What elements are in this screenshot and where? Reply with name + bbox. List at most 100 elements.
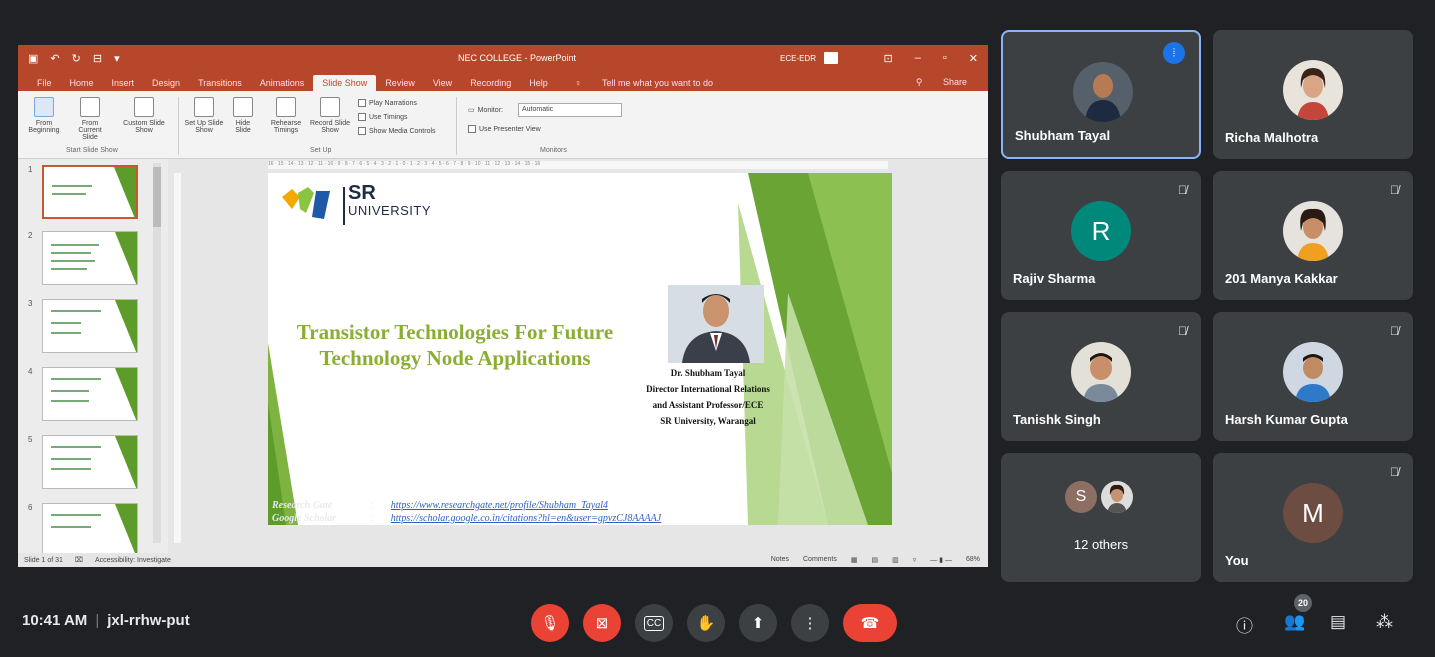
setup-show-icon [194,97,214,117]
thumbnail [42,165,138,219]
scroll-thumb[interactable] [153,167,161,227]
thumbnail-item[interactable]: 3 [28,299,158,354]
participant-tile[interactable]: 🎙̸ R Rajiv Sharma [1001,171,1201,300]
accessibility-status[interactable]: Accessibility: Investigate [95,557,171,564]
participant-tile[interactable]: 🎙̸ Tanishk Singh [1001,312,1201,441]
leave-call-button[interactable]: ☎ [843,604,897,642]
thumbnail-item[interactable]: 1 [28,165,158,220]
participant-tile[interactable]: ⦙ Shubham Tayal [1001,30,1201,159]
ribbon-display-icon[interactable]: ⊡ [884,52,893,65]
people-button[interactable]: 👥 [1284,612,1305,632]
research-gate-link[interactable]: https://www.researchgate.net/profile/Shu… [391,499,608,512]
thumbnail-item[interactable]: 5 [28,435,158,490]
monitor-value: Automatic [522,106,554,113]
redo-icon[interactable]: ↻ [72,52,81,65]
scholar-link[interactable]: https://scholar.google.co.in/citations?h… [391,512,661,525]
minimize-icon[interactable]: – [915,52,921,65]
meeting-details-button[interactable]: ⓘ [1236,612,1253,637]
setup-show-button[interactable]: Set Up Slide Show [184,97,224,134]
undo-icon[interactable]: ↶ [50,52,59,65]
from-beginning-label: From Beginning [28,120,60,134]
zoom-slider[interactable]: — ▮ — [930,556,952,564]
use-timings-checkbox[interactable]: Use Timings [358,113,408,121]
camera-toggle-button[interactable]: ⊠ [583,604,621,642]
thumbnail-item[interactable]: 2 [28,231,158,286]
menu-home[interactable]: Home [61,75,103,91]
save-icon[interactable]: ▣ [28,52,38,65]
menu-slide-show[interactable]: Slide Show [313,75,377,91]
participant-count-badge: 20 [1294,594,1312,612]
qa-dropdown-icon[interactable]: ▾ [114,52,120,65]
menu-review[interactable]: Review [376,75,424,91]
participant-name: Harsh Kumar Gupta [1225,412,1348,427]
show-media-checkbox[interactable]: Show Media Controls [358,127,436,135]
monitor-select[interactable]: Automatic [518,103,622,117]
menu-insert[interactable]: Insert [103,75,144,91]
menu-help[interactable]: Help [520,75,557,91]
thumb-number: 6 [28,503,33,512]
thumbnail-scrollbar[interactable] [153,163,161,543]
menu-animations[interactable]: Animations [251,75,314,91]
shared-screen: ▣ ↶ ↻ ⊟ ▾ NEC COLLEGE - PowerPoint ECE-E… [18,45,988,567]
from-beginning-button[interactable]: From Beginning [24,97,64,134]
present-button[interactable]: ⬆ [739,604,777,642]
lightbulb-icon: ♀ [574,78,584,88]
others-tile[interactable]: S 12 others [1001,453,1201,582]
menu-transitions[interactable]: Transitions [189,75,251,91]
mic-off-icon: 🎙 [540,615,560,632]
logo-divider [343,187,345,225]
info-icon: ⓘ [1236,617,1253,636]
meeting-code[interactable]: jxl-rrhw-put [107,612,190,629]
from-current-button[interactable]: From Current Slide [70,97,110,141]
slide-sorter-icon[interactable]: ▤ [871,556,878,564]
menu-design[interactable]: Design [143,75,189,91]
slide-canvas[interactable]: SR UNIVERSITY Transistor Technologies Fo… [268,173,892,525]
participant-tile[interactable]: 🎙̸ Harsh Kumar Gupta [1213,312,1413,441]
menu-file[interactable]: File [28,75,61,91]
comments-button[interactable]: Comments [803,556,837,564]
participant-tile[interactable]: 🎙̸ 201 Manya Kakkar [1213,171,1413,300]
status-right: Notes Comments ▦ ▤ ▥ ▿ — ▮ — 68% [771,556,980,564]
thumbnail-item[interactable]: 4 [28,367,158,422]
play-narrations-checkbox[interactable]: Play Narrations [358,99,417,107]
thumbnail-item[interactable]: 6 [28,503,158,558]
self-tile[interactable]: 🎙̸ M You [1213,453,1413,582]
menu-recording[interactable]: Recording [461,75,520,91]
hide-slide-button[interactable]: Hide Slide [228,97,258,134]
slideshow-view-icon[interactable]: ▿ [913,556,917,564]
account-name: ECE-EDR [779,53,816,63]
record-button[interactable]: Record Slide Show [308,97,352,134]
reading-view-icon[interactable]: ▥ [892,556,899,564]
notes-button[interactable]: Notes [771,556,789,564]
maximize-icon[interactable]: ▫ [943,52,947,65]
mic-toggle-button[interactable]: 🎙 [531,604,569,642]
avatar [1101,481,1133,513]
avatar: S [1065,481,1097,513]
zoom-level[interactable]: 68% [966,556,980,564]
mic-off-icon: 🎙̸ [1390,324,1399,338]
participant-name: Rajiv Sharma [1013,271,1096,286]
people-icon: 👥 [1284,612,1306,631]
ribbon: From Beginning From Current Slide Custom… [18,91,988,159]
tell-me-search[interactable]: ♀ Tell me what you want to do [557,75,731,91]
user-icon[interactable] [824,52,838,64]
more-vert-icon: ⋮ [802,615,818,632]
participant-tile[interactable]: Richa Malhotra [1213,30,1413,159]
present-icon[interactable]: ⊟ [93,52,102,65]
presenter-view-checkbox[interactable]: Use Presenter View [468,125,541,133]
rehearse-button[interactable]: Rehearse Timings [266,97,306,134]
share-button[interactable]: ⚲ Share [907,77,976,88]
spellcheck-icon[interactable]: ⌧ [75,556,83,564]
ribbon-separator [178,97,179,155]
raise-hand-button[interactable]: ✋ [687,604,725,642]
logo-university: UNIVERSITY [348,203,432,218]
custom-show-button[interactable]: Custom Slide Show [118,97,170,134]
normal-view-icon[interactable]: ▦ [851,556,858,564]
menu-view[interactable]: View [424,75,461,91]
chat-button[interactable]: ▤ [1330,612,1346,632]
close-icon[interactable]: ✕ [969,52,978,65]
activities-button[interactable]: ⁂ [1376,612,1393,632]
more-options-button[interactable]: ⋮ [791,604,829,642]
captions-button[interactable]: CC [635,604,673,642]
person-icon: ⚲ [915,77,925,87]
